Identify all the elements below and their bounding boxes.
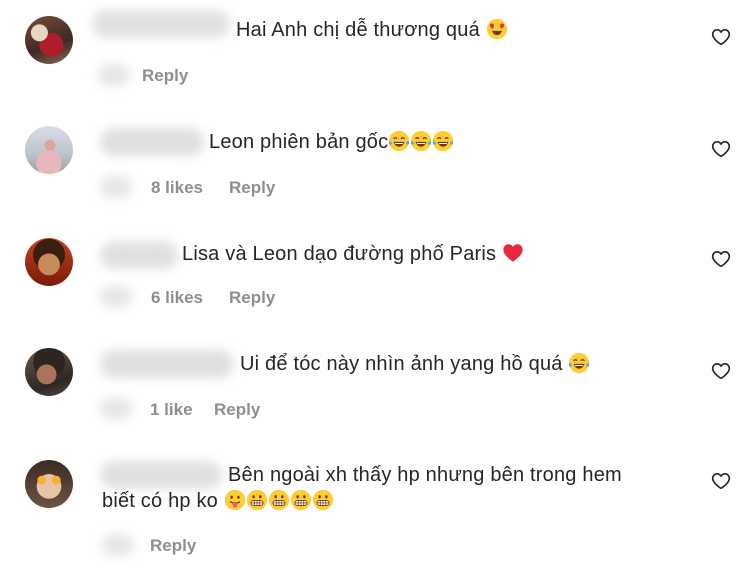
avatar[interactable] <box>25 460 73 508</box>
comment-text: Ui để tóc này nhìn ảnh yang hồ quá <box>240 351 590 377</box>
heart-outline-icon[interactable] <box>711 361 731 381</box>
comment-body: Ui để tóc này nhìn ảnh yang hồ quá <box>240 353 563 375</box>
comment-text: Bên ngoài xh thấy hp nhưng bên trong hem <box>228 462 622 488</box>
timestamp-blurred <box>100 286 132 308</box>
reply-button[interactable]: Reply <box>214 399 260 421</box>
timestamp-blurred <box>102 534 134 556</box>
likes-count[interactable]: 6 likes <box>151 287 203 309</box>
likes-count[interactable]: 8 likes <box>151 177 203 199</box>
comment-body: Lisa và Leon dạo đường phố Paris <box>182 243 497 265</box>
comment-text: Leon phiên bản gốc <box>209 129 454 155</box>
comment-text: Lisa và Leon dạo đường phố Paris <box>182 241 524 267</box>
tears-of-joy-emoji-icon <box>432 130 454 152</box>
comment-text: Hai Anh chị dễ thương quá <box>236 17 508 43</box>
heart-eyes-emoji-icon <box>486 18 508 40</box>
username-blurred[interactable] <box>100 128 204 156</box>
heart-outline-icon[interactable] <box>711 471 731 491</box>
comment-body: Leon phiên bản gốc <box>209 131 389 153</box>
avatar[interactable] <box>25 348 73 396</box>
comment-body: Hai Anh chị dễ thương quá <box>236 19 480 41</box>
tongue-out-emoji-icon <box>224 489 246 511</box>
likes-count[interactable]: 1 like <box>150 399 193 421</box>
reply-button[interactable]: Reply <box>150 535 196 557</box>
comment-text: biết có hp ko <box>102 488 334 514</box>
tears-of-joy-emoji-icon <box>410 130 432 152</box>
comment-body-line2: biết có hp ko <box>102 490 219 512</box>
timestamp-blurred <box>100 176 132 198</box>
timestamp-blurred <box>100 398 132 420</box>
grimacing-emoji-icon <box>290 489 312 511</box>
comment-body-line1: Bên ngoài xh thấy hp nhưng bên trong hem <box>228 464 622 486</box>
grimacing-emoji-icon <box>246 489 268 511</box>
grimacing-emoji-icon <box>312 489 334 511</box>
username-blurred[interactable] <box>100 241 178 269</box>
username-blurred[interactable] <box>92 10 230 38</box>
red-heart-emoji-icon <box>502 242 524 264</box>
heart-outline-icon[interactable] <box>711 139 731 159</box>
reply-button[interactable]: Reply <box>229 287 275 309</box>
reply-button[interactable]: Reply <box>142 65 188 87</box>
tears-of-joy-emoji-icon <box>568 352 590 374</box>
tears-of-joy-emoji-icon <box>388 130 410 152</box>
reply-button[interactable]: Reply <box>229 177 275 199</box>
grimacing-emoji-icon <box>268 489 290 511</box>
avatar[interactable] <box>25 238 73 286</box>
heart-outline-icon[interactable] <box>711 27 731 47</box>
username-blurred[interactable] <box>100 350 234 378</box>
avatar[interactable] <box>25 126 73 174</box>
heart-outline-icon[interactable] <box>711 249 731 269</box>
avatar[interactable] <box>25 16 73 64</box>
timestamp-blurred <box>98 64 130 86</box>
username-blurred[interactable] <box>100 461 222 489</box>
